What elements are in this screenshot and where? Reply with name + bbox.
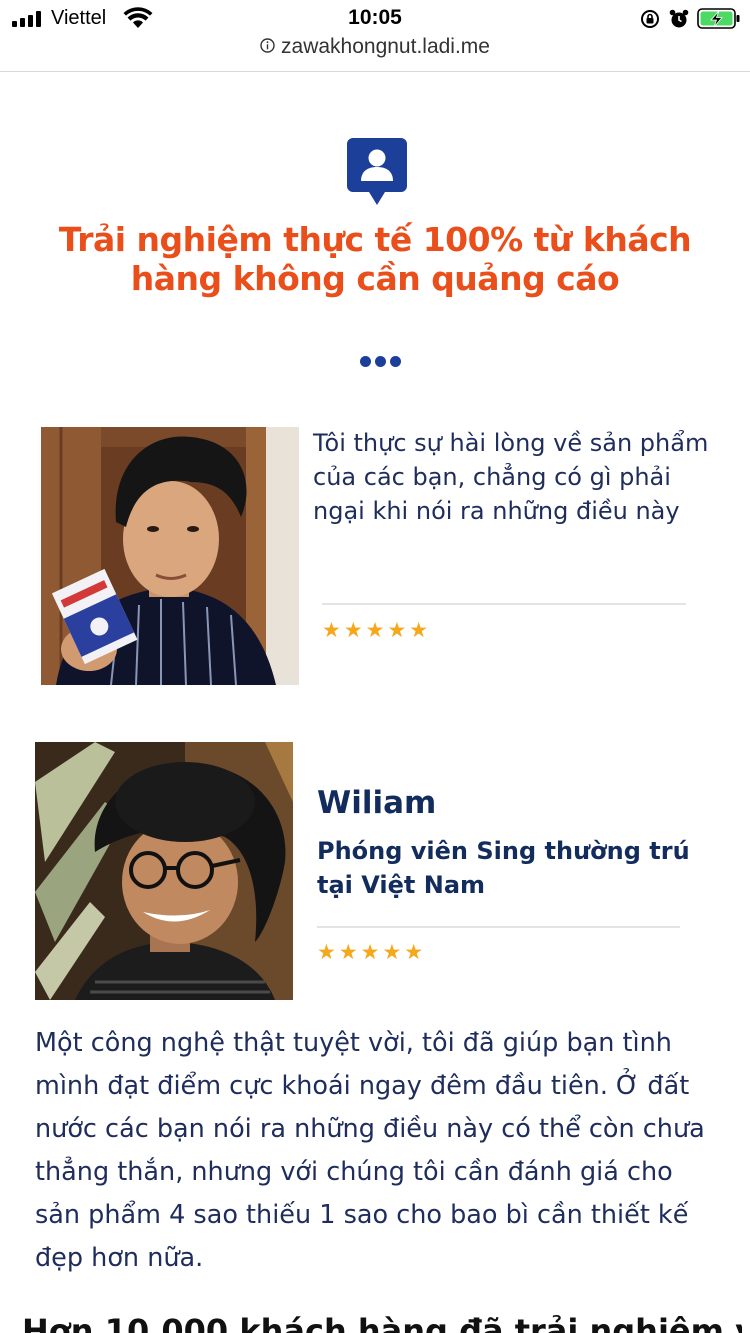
dots-divider xyxy=(360,356,402,368)
star-rating: ★★★★★ xyxy=(317,940,427,964)
clock: 10:05 xyxy=(348,6,402,29)
review-text: Một công nghệ thật tuyệt vời, tôi đã giú… xyxy=(35,1028,705,1273)
address-bar[interactable]: zawakhongnut.ladi.me xyxy=(0,34,750,72)
divider xyxy=(322,603,686,605)
divider xyxy=(317,926,680,928)
section-title: Trải nghiệm thực tế 100% từ khách hàng k… xyxy=(58,220,692,298)
user-badge-icon xyxy=(347,138,407,205)
testimonial-quote: Tôi thực sự hài lòng về sản phẩm của các… xyxy=(313,429,709,525)
customer-photo xyxy=(41,427,299,685)
info-icon[interactable] xyxy=(260,38,275,53)
next-section-heading: Hơn 10.000 khách hàng đã trải nghiệm và … xyxy=(22,1312,742,1333)
reviewer-photo xyxy=(35,742,293,1000)
url-text[interactable]: zawakhongnut.ladi.me xyxy=(281,35,490,58)
alarm-icon xyxy=(669,9,689,28)
reviewer-role: Phóng viên Sing thường trú tại Việt Nam xyxy=(317,837,690,899)
status-bar: Viettel 10:05 xyxy=(0,0,750,36)
battery-icon xyxy=(697,8,740,29)
star-rating: ★★★★★ xyxy=(322,618,432,642)
orientation-lock-icon xyxy=(641,10,659,28)
reviewer-name: Wiliam xyxy=(317,785,437,821)
